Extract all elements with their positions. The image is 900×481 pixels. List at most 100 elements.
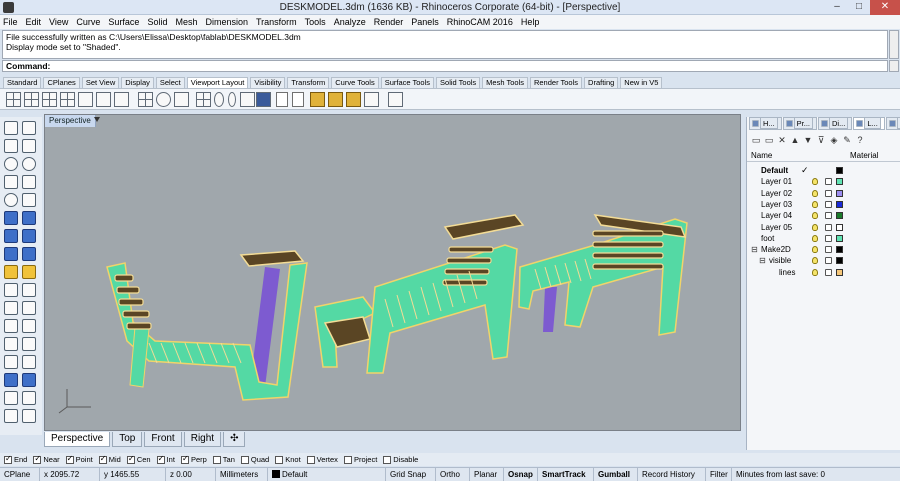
osnap-checkbox[interactable] xyxy=(4,454,12,464)
filter-toggle[interactable]: Filter xyxy=(706,467,732,481)
visibility-bulb-icon[interactable] xyxy=(812,234,818,242)
history-scrollbar[interactable] xyxy=(889,30,899,59)
lock-icon[interactable] xyxy=(825,246,832,254)
panel-tab-3[interactable]: L... xyxy=(853,117,885,130)
menu-rhinocam-2016[interactable]: RhinoCAM 2016 xyxy=(447,17,513,27)
visibility-bulb-icon[interactable] xyxy=(812,189,818,197)
analyze-icon[interactable] xyxy=(4,373,18,387)
layer-color-swatch[interactable] xyxy=(836,189,843,197)
chair-seat-top[interactable] xyxy=(239,250,305,267)
split-horizontal-icon[interactable] xyxy=(42,92,57,107)
detail-view-2-icon[interactable] xyxy=(328,92,343,107)
sphere-icon[interactable] xyxy=(22,229,36,243)
polyline-icon[interactable] xyxy=(4,139,18,153)
help-icon[interactable]: ? xyxy=(855,135,865,145)
minimize-button[interactable]: – xyxy=(826,0,848,15)
menu-solid[interactable]: Solid xyxy=(147,17,167,27)
smarttrack-toggle[interactable]: SmartTrack xyxy=(538,467,594,481)
lock-icon[interactable] xyxy=(825,212,832,220)
loft-icon[interactable] xyxy=(22,211,36,225)
osnap-checkbox[interactable] xyxy=(33,454,42,464)
delete-layer-icon[interactable]: ✕ xyxy=(777,135,787,145)
tab-render-tools[interactable]: Render Tools xyxy=(529,77,583,88)
osnap-mid[interactable]: Mid xyxy=(98,454,121,464)
layer-color-swatch[interactable] xyxy=(836,223,843,231)
layer-color-swatch[interactable] xyxy=(836,257,843,265)
tab-transform[interactable]: Transform xyxy=(287,77,330,88)
detail-view-3-icon[interactable] xyxy=(346,92,361,107)
panel-tab-0[interactable]: H... xyxy=(749,117,782,130)
move-down-icon[interactable]: ▼ xyxy=(803,135,813,145)
grid-icon[interactable] xyxy=(22,391,36,405)
edit-icon[interactable]: ✎ xyxy=(842,135,852,145)
box-icon[interactable] xyxy=(4,229,18,243)
group-icon[interactable] xyxy=(4,409,18,423)
menu-mesh[interactable]: Mesh xyxy=(175,17,197,27)
panel-tab-4[interactable]: B... xyxy=(885,117,900,130)
layer-color-swatch[interactable] xyxy=(836,268,843,276)
command-scrollbar[interactable] xyxy=(889,60,899,72)
model-scene[interactable] xyxy=(45,127,742,432)
layer-color-swatch[interactable] xyxy=(836,200,843,208)
grid-snap-toggle[interactable]: Grid Snap xyxy=(386,467,436,481)
layer-row-layer-03[interactable]: Layer 03 xyxy=(747,199,900,210)
mesh-tools-icon[interactable] xyxy=(22,265,36,279)
layer-row-layer-02[interactable]: Layer 02 xyxy=(747,188,900,199)
layer-color-swatch[interactable] xyxy=(836,178,843,186)
menu-file[interactable]: File xyxy=(3,17,18,27)
menu-render[interactable]: Render xyxy=(374,17,404,27)
menu-curve[interactable]: Curve xyxy=(76,17,100,27)
tab-curve-tools[interactable]: Curve Tools xyxy=(331,77,379,88)
tab-solid-tools[interactable]: Solid Tools xyxy=(436,77,481,88)
menu-transform[interactable]: Transform xyxy=(256,17,297,27)
lock-icon[interactable] xyxy=(825,189,832,197)
visibility-bulb-icon[interactable] xyxy=(812,178,818,186)
snap-icon[interactable] xyxy=(4,391,18,405)
tab-set-view[interactable]: Set View xyxy=(81,77,120,88)
detail-view-icon[interactable] xyxy=(310,92,325,107)
viewport-tab-1[interactable]: Top xyxy=(112,432,143,447)
layer-row-visible[interactable]: ⊟ visible xyxy=(747,255,900,266)
filter-icon[interactable]: ⊽ xyxy=(816,135,826,145)
grid-options-icon[interactable] xyxy=(196,92,211,107)
osnap-checkbox[interactable] xyxy=(65,454,74,464)
named-view-icon[interactable] xyxy=(174,92,189,107)
osnap-checkbox[interactable] xyxy=(240,455,249,464)
render-preview-icon[interactable] xyxy=(256,92,271,107)
new-layer-icon[interactable]: ▭ xyxy=(751,135,761,145)
four-viewports-icon[interactable] xyxy=(6,92,21,107)
viewport-tab-2[interactable]: Front xyxy=(144,432,182,447)
status-cplane[interactable]: CPlane xyxy=(0,467,40,481)
tab-drafting[interactable]: Drafting xyxy=(584,77,619,88)
arc-icon[interactable] xyxy=(22,157,36,171)
osnap-cen[interactable]: Cen xyxy=(126,454,151,464)
enable-detail-icon[interactable] xyxy=(364,92,379,107)
boolean-icon[interactable] xyxy=(22,247,36,261)
tab-new-in-v5[interactable]: New in V5 xyxy=(620,77,663,88)
maximize-button[interactable]: □ xyxy=(848,0,870,15)
osnap-project[interactable]: Project xyxy=(343,455,377,464)
osnap-checkbox[interactable] xyxy=(98,454,107,464)
chair-model-3[interactable] xyxy=(518,214,688,336)
maximize-viewport-icon[interactable] xyxy=(78,92,93,107)
osnap-point[interactable]: Point xyxy=(65,454,93,464)
viewport-menu-arrow-icon[interactable] xyxy=(94,117,100,122)
move-up-icon[interactable]: ▲ xyxy=(790,135,800,145)
visibility-bulb-icon[interactable] xyxy=(812,223,818,231)
layer-row-foot[interactable]: foot xyxy=(747,233,900,244)
panel-tab-2[interactable]: Di... xyxy=(818,117,853,130)
column-material[interactable]: Material xyxy=(850,151,878,160)
tree-toggle-icon[interactable]: ⊟ xyxy=(759,255,766,266)
visibility-bulb-icon[interactable] xyxy=(812,200,818,208)
layer-row-lines[interactable]: lines xyxy=(747,267,900,278)
osnap-end[interactable]: End xyxy=(4,454,27,464)
tab-select[interactable]: Select xyxy=(155,77,185,88)
menu-edit[interactable]: Edit xyxy=(26,17,42,27)
osnap-checkbox[interactable] xyxy=(343,455,352,464)
osnap-perp[interactable]: Perp xyxy=(180,454,207,464)
viewport-title[interactable]: Perspective xyxy=(45,115,96,127)
osnap-checkbox[interactable] xyxy=(180,454,189,464)
light-icon[interactable] xyxy=(4,283,18,297)
tab-standard[interactable]: Standard xyxy=(3,77,42,88)
explode-icon[interactable] xyxy=(22,337,36,351)
